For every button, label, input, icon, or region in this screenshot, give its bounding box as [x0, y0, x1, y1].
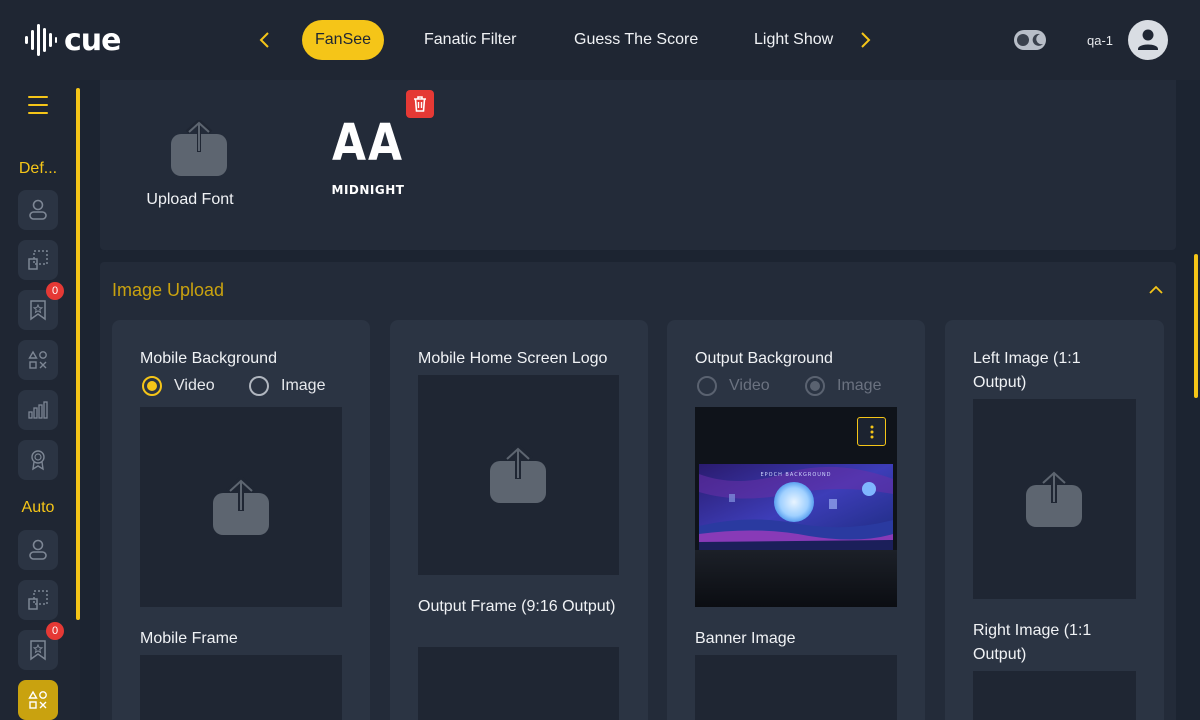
upload-dropzone[interactable]	[140, 655, 342, 720]
radio-circle	[805, 376, 825, 396]
username: qa-1	[1087, 33, 1114, 48]
section-title: Image Upload	[112, 280, 225, 300]
kebab-menu-icon	[870, 425, 873, 438]
radio-video[interactable]: Video	[697, 376, 770, 396]
tab-fansee[interactable]: FanSee	[302, 20, 385, 60]
radio-image[interactable]: Image	[249, 376, 325, 396]
bookmark-star-icon	[30, 300, 46, 321]
sidebar-group-auto: Auto	[21, 499, 55, 516]
frames-icon	[28, 590, 48, 610]
user-icon	[1138, 29, 1158, 50]
tab-fanatic-filter[interactable]: Fanatic Filter	[424, 20, 516, 60]
theme-toggle[interactable]	[1014, 30, 1046, 50]
notification-badge: 0	[46, 622, 64, 640]
card-title: Mobile Frame	[140, 630, 238, 647]
radio-label: Video	[729, 377, 770, 394]
collapse-button[interactable]	[1146, 280, 1166, 300]
soundwave-logo-icon	[25, 24, 57, 56]
card-title: Output Background	[695, 350, 833, 367]
sidebar-item-user[interactable]	[18, 190, 58, 230]
delete-font-button[interactable]	[406, 90, 434, 118]
frames-icon	[28, 250, 48, 270]
toggle-knob	[1017, 34, 1029, 46]
upload-icon	[213, 477, 269, 535]
notification-badge: 0	[46, 282, 64, 300]
radio-label: Video	[174, 377, 215, 394]
preview-caption: EPOCH BACKGROUND	[760, 472, 831, 478]
radio-image[interactable]: Image	[805, 376, 881, 396]
top-bar: cue FanSee Fanatic Filter Guess The Scor…	[0, 0, 1200, 80]
user-icon	[29, 199, 47, 220]
sidebar-group-default: Def...	[18, 160, 58, 177]
upload-dropzone[interactable]	[973, 671, 1136, 720]
upload-font-button[interactable]: Upload Font	[144, 118, 236, 209]
shapes-icon	[28, 690, 47, 709]
space-scene-image: EPOCH BACKGROUND	[699, 464, 893, 550]
more-options-button[interactable]	[857, 417, 886, 446]
nav-next-arrow[interactable]	[852, 26, 880, 54]
tab-guess-the-score[interactable]: Guess The Score	[574, 20, 698, 60]
brand-logo[interactable]: cue	[24, 22, 121, 58]
chevron-right-icon	[861, 32, 871, 48]
upload-dropzone[interactable]	[418, 375, 619, 575]
card-title: Banner Image	[695, 630, 796, 647]
sidebar-item-awards[interactable]	[18, 440, 58, 480]
upload-dropzone[interactable]	[695, 655, 897, 720]
radio-label: Image	[837, 377, 882, 394]
sidebar-item-user-auto[interactable]	[18, 530, 58, 570]
sidebar-item-games-auto[interactable]	[18, 680, 58, 720]
brand-name: cue	[64, 22, 121, 58]
upload-dropzone[interactable]	[973, 399, 1136, 599]
upload-icon	[490, 445, 546, 503]
main-scrollbar[interactable]	[1194, 254, 1198, 398]
upload-icon	[1026, 469, 1082, 527]
radio-video[interactable]: Video	[142, 376, 215, 396]
upload-icon	[171, 118, 227, 176]
font-panel	[100, 80, 1176, 250]
sidebar-item-bookmarks-auto[interactable]: 0	[18, 622, 64, 670]
card-title: Mobile Home Screen Logo	[418, 350, 608, 367]
sidebar-item-frames-auto[interactable]	[18, 580, 58, 620]
sidebar-scrollbar[interactable]	[76, 88, 80, 620]
avatar[interactable]	[1128, 20, 1168, 60]
bookmark-star-icon	[30, 640, 46, 661]
radio-circle	[249, 376, 269, 396]
font-item[interactable]: AA MIDNIGHT	[330, 114, 406, 197]
moon-icon	[1032, 33, 1043, 46]
card-title: Right Image (1:1 Output)	[973, 622, 1092, 663]
sidebar-item-frames[interactable]	[18, 240, 58, 280]
sidebar-item-bookmarks[interactable]: 0	[18, 282, 64, 330]
chevron-up-icon	[1149, 285, 1163, 294]
radio-label: Image	[281, 377, 326, 394]
bar-chart-icon	[28, 401, 48, 419]
font-name: MIDNIGHT	[331, 183, 405, 197]
card-title: Left Image (1:1 Output)	[973, 350, 1081, 391]
radio-circle	[697, 376, 717, 396]
radio-circle	[142, 376, 162, 396]
nav-prev-arrow[interactable]	[250, 26, 278, 54]
card-title: Mobile Background	[140, 350, 277, 367]
menu-icon[interactable]	[28, 96, 48, 114]
chevron-left-icon	[259, 32, 269, 48]
upload-dropzone[interactable]	[140, 407, 342, 607]
sidebar-item-stats[interactable]	[18, 390, 58, 430]
sidebar-item-games[interactable]	[18, 340, 58, 380]
trash-icon	[414, 96, 426, 112]
upload-font-label: Upload Font	[146, 191, 234, 208]
shapes-icon	[28, 350, 47, 369]
font-preview: AA	[331, 114, 405, 173]
upload-dropzone[interactable]	[418, 647, 619, 720]
award-icon	[31, 450, 45, 471]
tab-light-show[interactable]: Light Show	[754, 20, 833, 60]
preview-fade	[695, 550, 897, 607]
user-icon	[29, 539, 47, 560]
card-title: Output Frame (9:16 Output)	[418, 598, 616, 615]
